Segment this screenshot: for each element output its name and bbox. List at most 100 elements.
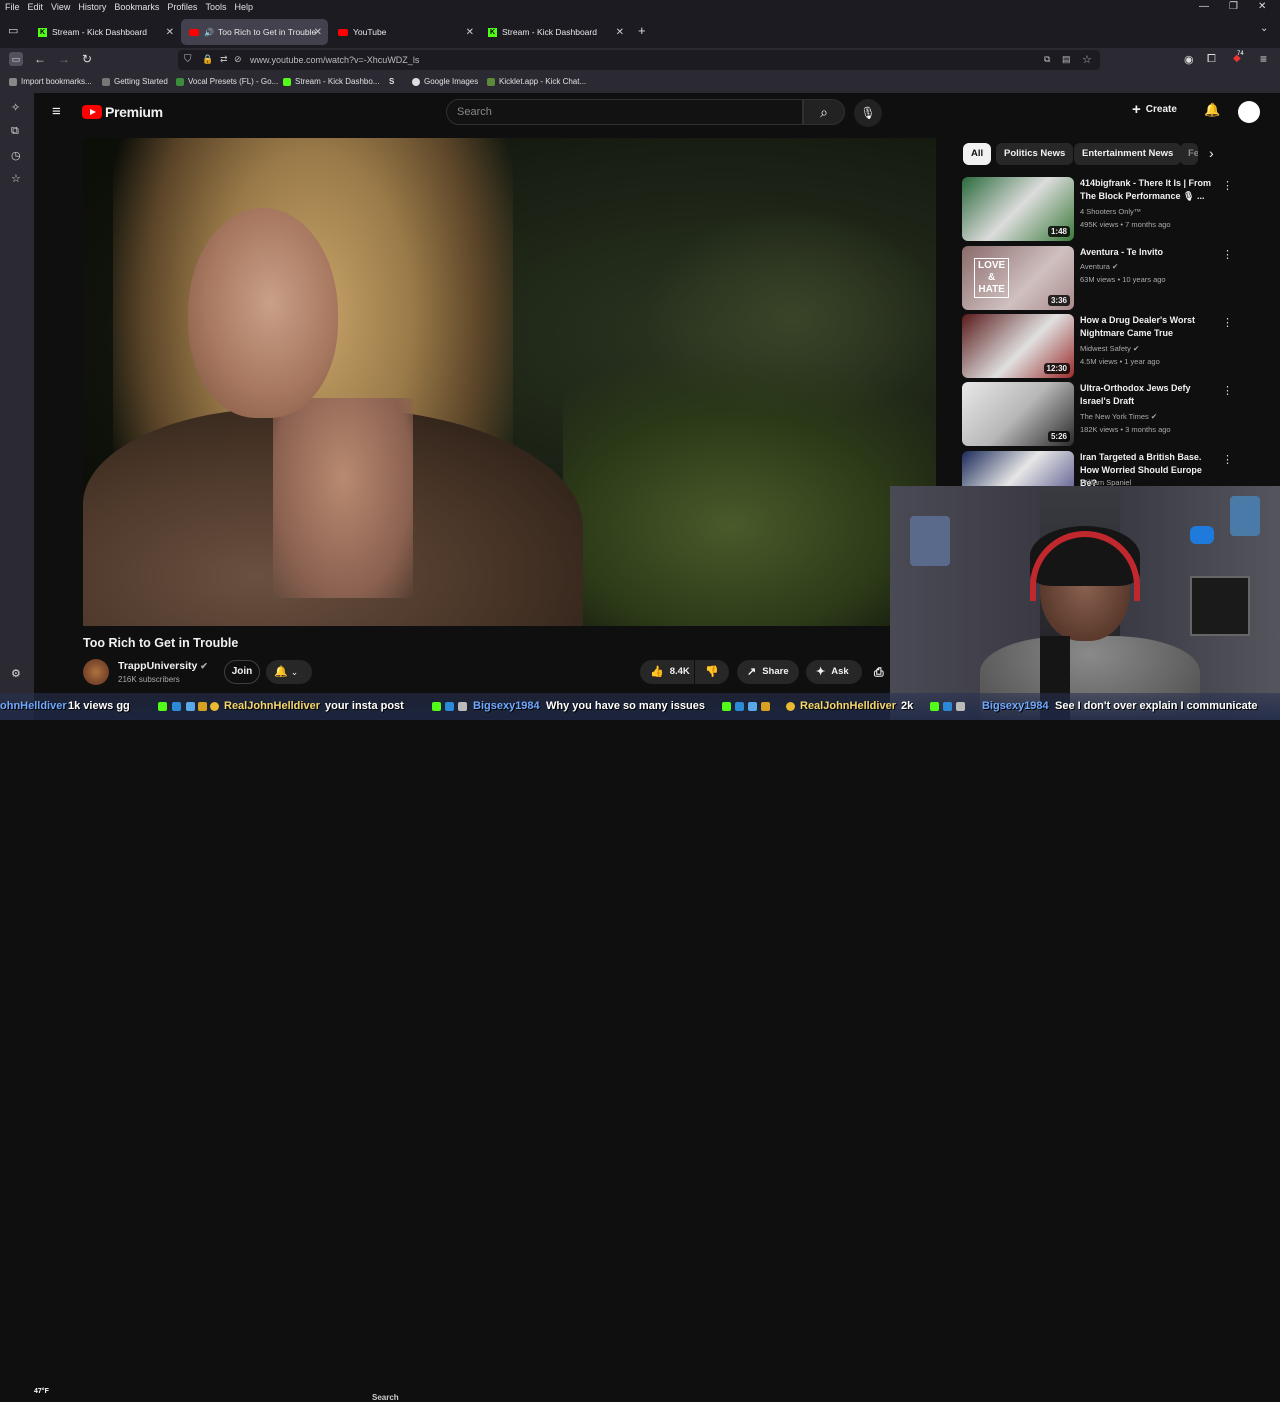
speaker-icon[interactable]: 🔊 <box>204 28 214 37</box>
more-options-icon[interactable]: ⋮ <box>1222 179 1233 192</box>
autoplay-blocked-icon[interactable]: ⊘ <box>234 54 242 65</box>
bookmarks-icon[interactable]: ☆ <box>11 172 21 185</box>
voice-search-button[interactable]: 🎙 <box>854 99 882 127</box>
picture-in-picture-icon[interactable]: ⧉ <box>1044 54 1050 65</box>
join-button[interactable]: Join <box>224 660 260 684</box>
close-window-icon[interactable]: ✕ <box>1258 1 1266 12</box>
recommendation-channel[interactable]: The New York Times ✔ <box>1080 412 1157 421</box>
restore-icon[interactable]: ❐ <box>1229 1 1238 12</box>
bookmark-google-images[interactable]: Google Images <box>412 77 478 86</box>
chat-message: 1k views gg <box>68 700 130 712</box>
create-button[interactable]: + Create <box>1132 101 1177 118</box>
history-icon[interactable]: ◷ <box>11 149 21 162</box>
more-options-icon[interactable]: ⋮ <box>1222 248 1233 261</box>
search-button[interactable]: ⌕ <box>803 99 845 125</box>
settings-gear-icon[interactable]: ⚙ <box>11 667 21 680</box>
extensions-icon[interactable]: ⧠ <box>1207 53 1216 66</box>
subscription-bell-button[interactable]: 🔔 ⌄ <box>266 660 312 684</box>
menu-profiles[interactable]: Profiles <box>167 2 197 12</box>
menu-view[interactable]: View <box>51 2 70 12</box>
chat-username: RealJohnHelldiver <box>800 700 896 712</box>
video-thumbnail[interactable]: 5:26 <box>962 382 1074 446</box>
chip-politics-news[interactable]: Politics News <box>996 143 1074 165</box>
recommendation-item[interactable]: LOVE & HATE 3:36 Aventura - Te Invito Av… <box>962 246 1252 310</box>
recommendation-channel[interactable]: Midwest Safety ✔ <box>1080 344 1139 353</box>
chip-all[interactable]: All <box>963 143 992 165</box>
bookmark-s[interactable]: S <box>389 77 394 86</box>
bookmark-import[interactable]: Import bookmarks... <box>9 77 92 86</box>
account-avatar[interactable] <box>1238 101 1260 123</box>
weather-temperature[interactable]: 47°F <box>34 1388 49 1395</box>
new-tab-icon[interactable]: + <box>638 23 646 38</box>
sidebar-toggle-icon[interactable]: ▭ <box>9 52 23 66</box>
tab-too-rich[interactable]: 🔊 Too Rich to Get in Trouble ✕ <box>181 19 328 45</box>
bookmark-kick-dashboard[interactable]: Stream - Kick Dashbo... <box>283 77 379 86</box>
bookmark-vocal-presets[interactable]: Vocal Presets (FL) - Go... <box>176 77 278 86</box>
close-tab-icon[interactable]: ✕ <box>616 27 624 38</box>
bookmark-star-icon[interactable]: ☆ <box>1082 53 1092 66</box>
like-button[interactable]: 👍 8.4K <box>640 660 694 684</box>
chevron-right-icon[interactable]: › <box>1209 145 1214 161</box>
tab-kick-dashboard-2[interactable]: K Stream - Kick Dashboard ✕ <box>480 19 630 45</box>
recommendation-channel[interactable]: 4 Shooters Only™ <box>1080 207 1141 216</box>
chip-entertainment-news[interactable]: Entertainment News <box>1074 143 1182 165</box>
close-tab-icon[interactable]: ✕ <box>466 27 474 38</box>
guide-menu-icon[interactable]: ≡ <box>52 103 61 120</box>
video-thumbnail[interactable]: 12:30 <box>962 314 1074 378</box>
channel-avatar[interactable] <box>83 659 109 685</box>
menu-help[interactable]: Help <box>234 2 253 12</box>
reload-icon[interactable]: ↻ <box>82 52 92 66</box>
url-bar[interactable]: ⛉ 🔒 ⇄ ⊘ www.youtube.com/watch?v=-XhcuWDZ… <box>178 50 1100 70</box>
recommendation-item[interactable]: Iran Targeted a British Base. How Worrie… <box>962 451 1252 486</box>
channel-name[interactable]: TrappUniversity ✔ <box>118 660 208 672</box>
youtube-premium-logo[interactable]: Premium <box>82 104 163 120</box>
menu-history[interactable]: History <box>78 2 106 12</box>
shield-icon[interactable]: ⛉ <box>184 54 192 65</box>
recommendation-item[interactable]: 1:48 414bigfrank - There It Is | From Th… <box>962 177 1252 241</box>
ask-button[interactable]: ✦ Ask <box>806 660 862 684</box>
bookmark-getting-started[interactable]: Getting Started <box>102 77 168 86</box>
video-thumbnail[interactable] <box>962 451 1074 486</box>
save-button[interactable]: ⎙ <box>870 660 890 684</box>
menu-file[interactable]: File <box>5 2 20 12</box>
chip-fe[interactable]: Fe <box>1180 143 1198 165</box>
video-thumbnail[interactable]: 1:48 <box>962 177 1074 241</box>
back-icon[interactable]: ← <box>34 52 46 66</box>
forward-icon[interactable]: → <box>58 52 70 66</box>
video-thumbnail[interactable]: LOVE & HATE 3:36 <box>962 246 1074 310</box>
lock-icon[interactable]: 🔒 <box>202 54 213 65</box>
menu-bookmarks[interactable]: Bookmarks <box>114 2 159 12</box>
tab-kick-dashboard-1[interactable]: K Stream - Kick Dashboard ✕ <box>30 19 180 45</box>
synced-tabs-icon[interactable]: ⧉ <box>11 125 19 138</box>
video-player[interactable] <box>83 138 936 626</box>
more-options-icon[interactable]: ⋮ <box>1222 316 1233 329</box>
close-tab-icon[interactable]: ✕ <box>314 27 322 38</box>
more-options-icon[interactable]: ⋮ <box>1222 453 1233 466</box>
share-button[interactable]: ↗ Share <box>737 660 799 684</box>
recommendation-channel[interactable]: William Spaniel <box>1080 478 1131 486</box>
tab-youtube[interactable]: YouTube ✕ <box>330 19 480 45</box>
list-tabs-icon[interactable]: ⌄ <box>1260 23 1268 34</box>
recommendation-channel[interactable]: Aventura ✔ <box>1080 262 1118 271</box>
chat-message: your insta post <box>325 700 404 712</box>
permissions-icon[interactable]: ⇄ <box>220 54 228 65</box>
reader-view-icon[interactable]: ▤ <box>1062 54 1071 65</box>
menu-hamburger-icon[interactable]: ≡ <box>1260 52 1267 66</box>
notifications-bell-icon[interactable]: 🔔 <box>1204 102 1220 118</box>
taskbar-search[interactable]: Search <box>372 1393 399 1402</box>
recommendation-item[interactable]: 5:26 Ultra-Orthodox Jews Defy Israel's D… <box>962 382 1252 446</box>
channel-text: Aventura <box>1080 262 1110 271</box>
close-tab-icon[interactable]: ✕ <box>166 27 174 38</box>
tab-overview-icon[interactable]: ▭ <box>8 24 18 37</box>
ai-chat-icon[interactable]: ✧ <box>11 101 20 114</box>
menu-edit[interactable]: Edit <box>28 2 44 12</box>
more-options-icon[interactable]: ⋮ <box>1222 384 1233 397</box>
bookmark-kicklet[interactable]: Kicklet.app - Kick Chat... <box>487 77 586 86</box>
minimize-icon[interactable]: — <box>1199 1 1209 12</box>
menu-tools[interactable]: Tools <box>205 2 226 12</box>
dislike-button[interactable]: 👎 <box>695 660 729 684</box>
account-icon[interactable]: ◉ <box>1184 53 1194 66</box>
search-input[interactable]: Search <box>446 99 803 125</box>
badge-icon <box>210 702 219 711</box>
recommendation-item[interactable]: 12:30 How a Drug Dealer's Worst Nightmar… <box>962 314 1252 378</box>
